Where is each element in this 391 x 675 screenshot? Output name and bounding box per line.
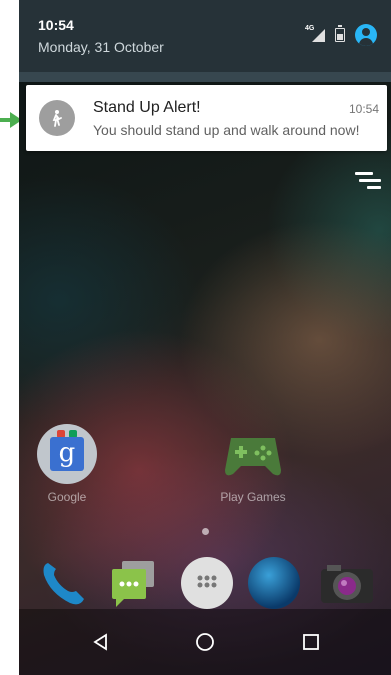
phone-icon[interactable] (38, 557, 90, 609)
app-drawer-icon[interactable] (181, 557, 233, 609)
notification-shade-header[interactable]: 10:54 Monday, 31 October 4G (19, 0, 391, 72)
clear-all-icon[interactable] (355, 172, 381, 193)
back-icon[interactable] (71, 609, 131, 675)
battery-icon (335, 25, 345, 42)
notification-time: 10:54 (348, 102, 379, 116)
notification-text: You should stand up and walk around now! (93, 122, 360, 138)
page-indicator (202, 528, 209, 535)
camera-icon[interactable] (319, 557, 373, 609)
play-games-app[interactable]: Play Games (209, 424, 297, 504)
app-label: Play Games (220, 490, 286, 504)
notification-card[interactable]: Stand Up Alert! 10:54 You should stand u… (26, 85, 387, 151)
notification-title: Stand Up Alert! (93, 99, 201, 116)
play-games-icon (221, 424, 285, 484)
signal-icon: 4G (305, 25, 325, 42)
status-icons: 4G (305, 24, 377, 46)
google-app[interactable]: g Google (35, 424, 99, 504)
recents-icon[interactable] (281, 609, 341, 675)
browser-icon[interactable] (248, 557, 300, 609)
home-icon[interactable] (175, 609, 235, 675)
quick-settings-handle[interactable] (19, 72, 391, 82)
walking-person-icon (39, 100, 75, 136)
device-screen: 10:54 Monday, 31 October 4G Stand Up Ale… (19, 0, 391, 675)
clock-time: 10:54 (38, 17, 74, 33)
app-label: Google (47, 490, 87, 504)
account-icon[interactable] (355, 24, 377, 46)
clock-date: Monday, 31 October (38, 39, 164, 55)
navigation-bar (19, 609, 391, 675)
messenger-icon[interactable] (106, 557, 158, 609)
google-folder-icon: g (37, 424, 97, 484)
